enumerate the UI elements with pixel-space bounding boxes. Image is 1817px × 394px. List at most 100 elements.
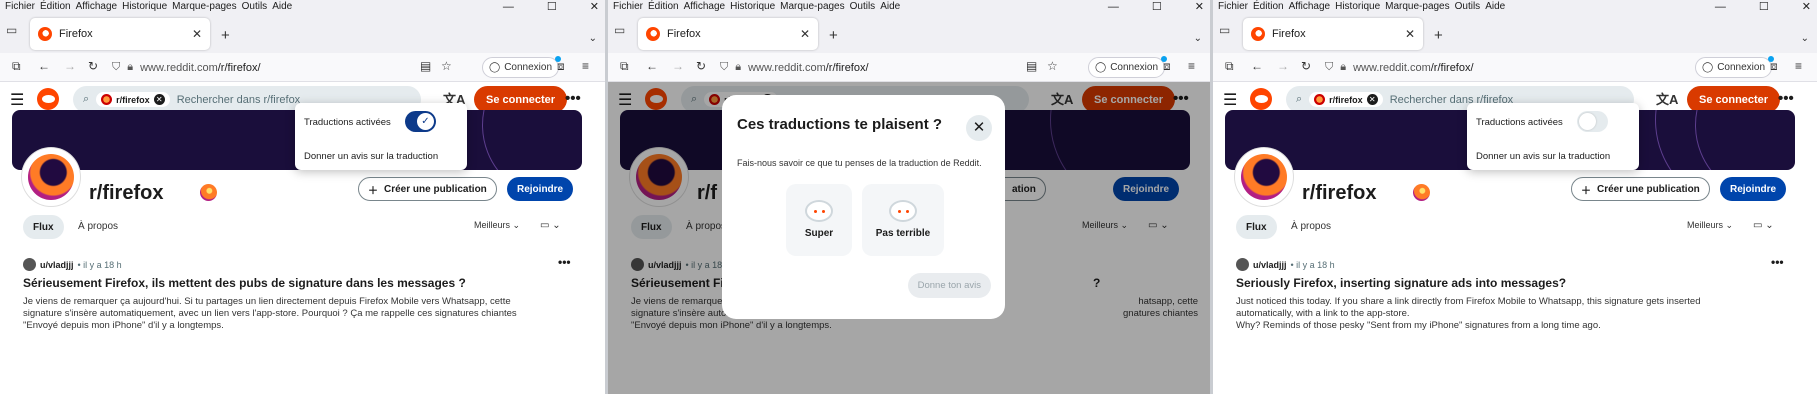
chevron-down-icon[interactable]: ⌄	[1801, 33, 1809, 44]
sidebar-icon[interactable]: ⧉	[1225, 59, 1234, 74]
tab-firefox[interactable]: Firefox ✕	[638, 18, 818, 50]
maximize-button[interactable]: ☐	[547, 0, 557, 13]
translation-toggle[interactable]	[405, 111, 436, 132]
menu-affichage[interactable]: Affichage	[76, 1, 118, 12]
extension-icon[interactable]: ⧈	[1770, 59, 1778, 74]
menu-historique[interactable]: Historique	[122, 1, 167, 12]
minimize-button[interactable]: —	[1108, 1, 1119, 13]
close-window-button[interactable]: ✕	[1195, 0, 1204, 13]
sort-dropdown[interactable]: Meilleurs ⌄	[1687, 220, 1733, 231]
tab-flux[interactable]: Flux	[23, 215, 64, 239]
post-title[interactable]: Seriously Firefox, inserting signature a…	[1236, 276, 1566, 290]
translation-toggle[interactable]	[1577, 111, 1608, 132]
login-button[interactable]: Se connecter	[474, 86, 568, 113]
close-tab-icon[interactable]: ✕	[800, 27, 810, 41]
menu-aide[interactable]: Aide	[272, 1, 292, 12]
menu-fichier[interactable]: Fichier	[1218, 1, 1248, 12]
menu-historique[interactable]: Historique	[730, 1, 775, 12]
view-dropdown[interactable]: ▭ ⌄	[540, 220, 561, 231]
app-menu-icon[interactable]: ≡	[1795, 59, 1802, 73]
new-tab-button[interactable]: +	[829, 27, 838, 44]
view-dropdown[interactable]: ▭ ⌄	[1753, 220, 1774, 231]
tab-about[interactable]: À propos	[78, 221, 118, 232]
back-icon[interactable]: ←	[1251, 59, 1263, 73]
lock-icon[interactable]: 🔒︎	[735, 61, 741, 74]
menu-fichier[interactable]: Fichier	[5, 1, 35, 12]
more-options-icon[interactable]: •••	[1778, 90, 1794, 107]
tab-list-icon[interactable]: ▭	[1219, 23, 1230, 37]
reader-view-icon[interactable]: ▤	[1026, 59, 1037, 73]
close-tab-icon[interactable]: ✕	[192, 27, 202, 41]
back-icon[interactable]: ←	[646, 59, 658, 73]
create-post-button[interactable]: ＋ Créer une publication	[358, 177, 497, 201]
bookmark-star-icon[interactable]: ☆	[441, 59, 452, 73]
tab-firefox[interactable]: Firefox ✕	[30, 18, 210, 50]
lock-icon[interactable]: 🔒︎	[1340, 61, 1346, 74]
sidebar-icon[interactable]: ⧉	[620, 59, 629, 74]
more-options-icon[interactable]: •••	[565, 90, 581, 107]
menu-outils[interactable]: Outils	[1455, 1, 1481, 12]
tab-about[interactable]: À propos	[1291, 221, 1331, 232]
sort-dropdown[interactable]: Meilleurs ⌄	[474, 220, 520, 231]
close-window-button[interactable]: ✕	[1802, 0, 1811, 13]
menu-affichage[interactable]: Affichage	[684, 1, 726, 12]
login-button[interactable]: Se connecter	[1687, 86, 1781, 113]
menu-affichage[interactable]: Affichage	[1289, 1, 1331, 12]
search-chip[interactable]: r/firefox✕	[96, 92, 170, 107]
lock-icon[interactable]: 🔒︎	[127, 61, 133, 74]
reader-view-icon[interactable]: ▤	[420, 59, 431, 73]
extension-icon[interactable]: ⧈	[1163, 59, 1171, 74]
account-button[interactable]: ◯ Connexion	[482, 56, 562, 78]
minimize-button[interactable]: —	[1715, 1, 1726, 13]
reload-icon[interactable]: ↻	[696, 59, 706, 73]
url-bar[interactable]: ⛉ 🔒︎ www.reddit.com/r/firefox/	[112, 57, 432, 78]
tab-list-icon[interactable]: ▭	[6, 23, 17, 37]
close-tab-icon[interactable]: ✕	[1405, 27, 1415, 41]
back-icon[interactable]: ←	[38, 59, 50, 73]
minimize-button[interactable]: —	[503, 1, 514, 13]
sidebar-icon[interactable]: ⧉	[12, 59, 21, 74]
extension-icon[interactable]: ⧈	[557, 59, 565, 74]
feedback-link[interactable]: Donner un avis sur la traduction	[304, 151, 438, 162]
shield-icon[interactable]: ⛉	[112, 61, 120, 74]
menu-aide[interactable]: Aide	[1485, 1, 1505, 12]
chip-close-icon[interactable]: ✕	[1366, 94, 1378, 105]
close-window-button[interactable]: ✕	[590, 0, 599, 13]
post-author[interactable]: u/vladjjj • il y a 18 h	[23, 258, 122, 271]
close-icon[interactable]: ✕	[966, 115, 992, 141]
search-chip[interactable]: r/firefox✕	[1309, 92, 1383, 107]
bookmark-star-icon[interactable]: ☆	[1047, 59, 1058, 73]
reddit-logo[interactable]	[1250, 88, 1272, 110]
chevron-down-icon[interactable]: ⌄	[1194, 33, 1202, 44]
url-bar[interactable]: ⛉ 🔒︎ www.reddit.com/r/firefox/	[720, 57, 1040, 78]
menu-fichier[interactable]: Fichier	[613, 1, 643, 12]
menu-outils[interactable]: Outils	[850, 1, 876, 12]
forward-icon[interactable]: →	[64, 59, 76, 73]
join-button[interactable]: Rejoindre	[507, 177, 574, 201]
post-author[interactable]: u/vladjjj • il y a 18 h	[1236, 258, 1335, 271]
menu-aide[interactable]: Aide	[880, 1, 900, 12]
feedback-link[interactable]: Donner un avis sur la traduction	[1476, 151, 1610, 162]
translate-icon[interactable]: 文A	[1656, 89, 1678, 108]
menu-outils[interactable]: Outils	[242, 1, 268, 12]
post-more-icon[interactable]: •••	[1771, 255, 1784, 269]
chip-close-icon[interactable]: ✕	[153, 94, 165, 105]
submit-feedback-button[interactable]: Donne ton avis	[907, 273, 991, 298]
app-menu-icon[interactable]: ≡	[1188, 59, 1195, 73]
option-pas-terrible-button[interactable]: Pas terrible	[862, 184, 944, 256]
tab-firefox[interactable]: Firefox ✕	[1243, 18, 1423, 50]
account-button[interactable]: ◯ Connexion	[1695, 56, 1775, 78]
shield-icon[interactable]: ⛉	[720, 61, 728, 74]
menu-edition[interactable]: Édition	[1253, 1, 1284, 12]
option-super-button[interactable]: Super	[786, 184, 852, 256]
maximize-button[interactable]: ☐	[1152, 0, 1162, 13]
create-post-button[interactable]: ＋ Créer une publication	[1571, 177, 1710, 201]
shield-icon[interactable]: ⛉	[1325, 61, 1333, 74]
new-tab-button[interactable]: +	[221, 27, 230, 44]
url-bar[interactable]: ⛉ 🔒︎ www.reddit.com/r/firefox/	[1325, 57, 1645, 78]
post-more-icon[interactable]: •••	[558, 255, 571, 269]
new-tab-button[interactable]: +	[1434, 27, 1443, 44]
maximize-button[interactable]: ☐	[1759, 0, 1769, 13]
forward-icon[interactable]: →	[672, 59, 684, 73]
app-menu-icon[interactable]: ≡	[582, 59, 589, 73]
